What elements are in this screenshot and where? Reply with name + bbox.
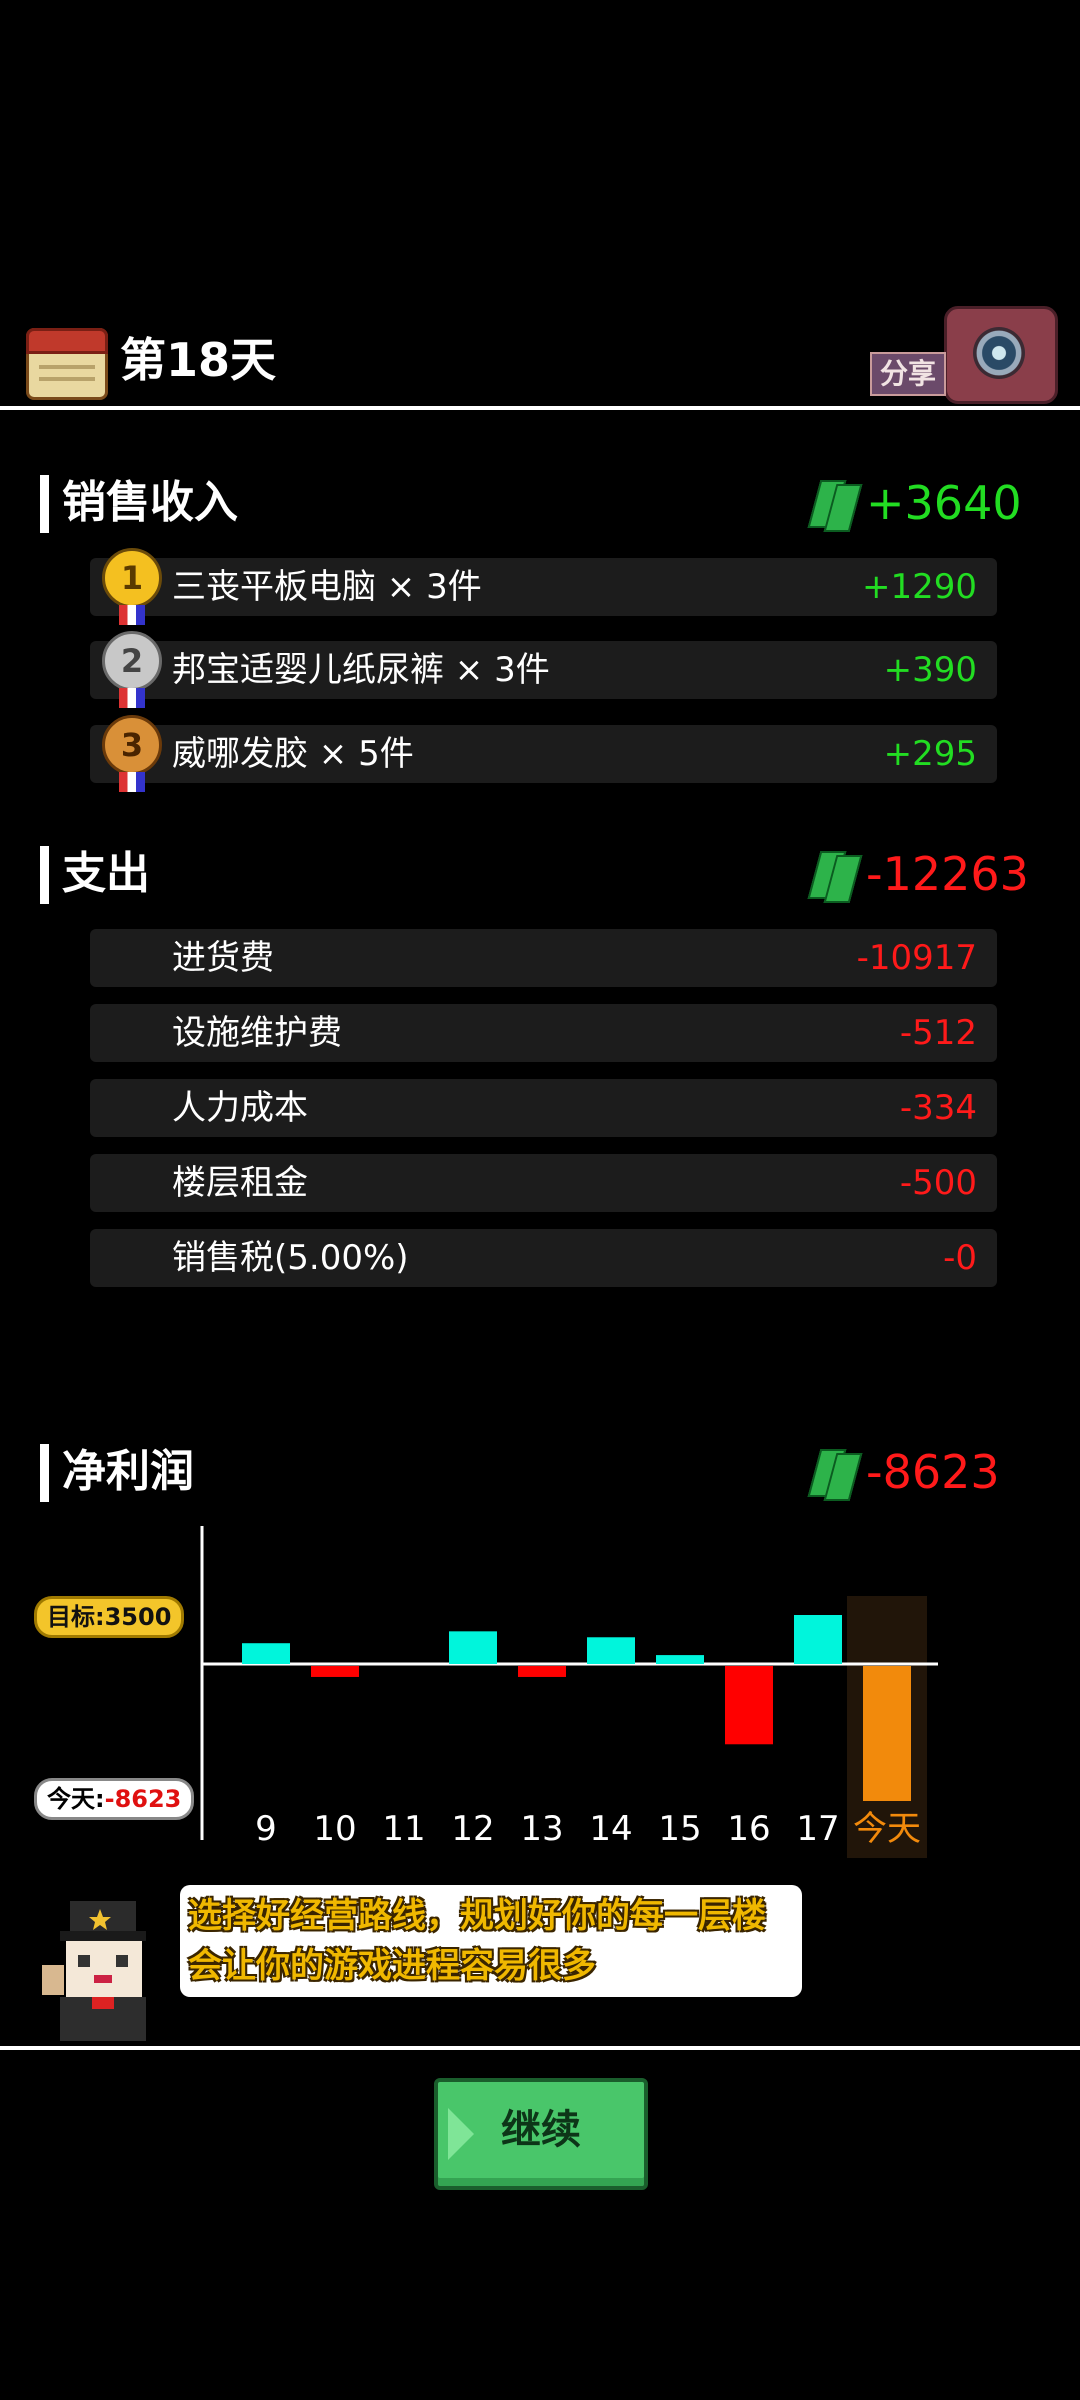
expense-item-label: 销售税(5.00%) [172,1238,409,1278]
chart-bar [656,1655,704,1664]
expense-row: 销售税(5.00%) -0 [90,1229,997,1287]
camera-icon[interactable] [944,306,1058,404]
expense-row: 楼层租金 -500 [90,1154,997,1212]
sales-row: 3 威哪发胶 × 5件 +295 [90,715,997,792]
expense-total: -12263 [866,847,1029,901]
chart-bar [311,1666,359,1677]
bronze-medal-icon: 3 [102,715,162,792]
expense-title: 支出 [62,848,150,899]
expense-item-value: -334 [899,1088,977,1128]
target-badge: 目标:3500 [34,1596,185,1638]
gold-medal-icon: 1 [102,548,162,625]
tick-label: 9 [255,1809,277,1849]
chart-bar [518,1666,566,1677]
tick-label: 12 [451,1809,494,1849]
footer-divider [0,2046,1080,2050]
expense-item-label: 楼层租金 [172,1163,308,1203]
tick-label: 13 [520,1809,563,1849]
silver-medal-icon: 2 [102,631,162,708]
chart-bar [725,1666,773,1745]
expense-item-value: -10917 [856,938,977,978]
tick-label: 10 [313,1809,356,1849]
sales-item-label: 三丧平板电脑 × 3件 [172,567,482,607]
expense-row: 进货费 -10917 [90,929,997,987]
today-badge: 今天:-8623 [34,1778,195,1820]
profit-title: 净利润 [62,1446,194,1497]
expense-row: 人力成本 -334 [90,1079,997,1137]
expense-item-label: 进货费 [172,938,274,978]
expense-item-value: -512 [899,1013,977,1053]
today-prefix: 今天: [47,1785,105,1813]
tick-label: 15 [658,1809,701,1849]
chart-bar [242,1643,290,1664]
chart-bar [794,1615,842,1664]
sales-title: 销售收入 [62,477,238,528]
chart-bar [587,1637,635,1664]
sales-row: 2 邦宝适婴儿纸尿裤 × 3件 +390 [90,631,997,708]
money-icon [807,849,863,903]
section-marker [40,475,49,533]
money-icon [807,478,863,532]
calendar-icon [26,328,108,400]
profit-total: -8623 [866,1445,1000,1499]
expense-item-label: 设施维护费 [172,1013,342,1053]
sales-item-value: +390 [883,650,977,690]
today-value: -8623 [104,1785,182,1813]
sales-item-label: 邦宝适婴儿纸尿裤 × 3件 [172,650,550,690]
sales-row: 1 三丧平板电脑 × 3件 +1290 [90,548,997,625]
expense-item-value: -500 [899,1163,977,1203]
mascot-avatar [42,1901,146,2041]
money-icon [807,1447,863,1501]
tick-label: 17 [796,1809,839,1849]
tip-text: 选择好经营路线，规划好你的每一层楼会让你的游戏进程容易很多 [188,1896,766,1986]
share-button[interactable]: 分享 [870,352,947,396]
chart-bar [449,1631,497,1664]
tick-label: 16 [727,1809,770,1849]
expense-row: 设施维护费 -512 [90,1004,997,1062]
continue-label: 继续 [501,2107,581,2153]
tick-label: 14 [589,1809,632,1849]
expense-item-label: 人力成本 [172,1088,308,1128]
sales-total: +3640 [866,476,1022,530]
sales-item-value: +1290 [861,567,977,607]
header-divider [0,406,1080,410]
expense-item-value: -0 [943,1238,977,1278]
chart-bar [863,1666,911,1801]
tick-label: 今天 [853,1809,921,1849]
sales-item-value: +295 [883,734,977,774]
chevron-right-icon [448,2108,474,2160]
section-marker [40,846,49,904]
continue-button[interactable]: 继续 [434,2078,648,2190]
day-title: 第18天 [120,333,277,387]
tip-bubble: 选择好经营路线，规划好你的每一层楼会让你的游戏进程容易很多 [180,1885,802,1997]
tick-label: 11 [382,1809,425,1849]
section-marker [40,1444,49,1502]
sales-item-label: 威哪发胶 × 5件 [172,734,414,774]
